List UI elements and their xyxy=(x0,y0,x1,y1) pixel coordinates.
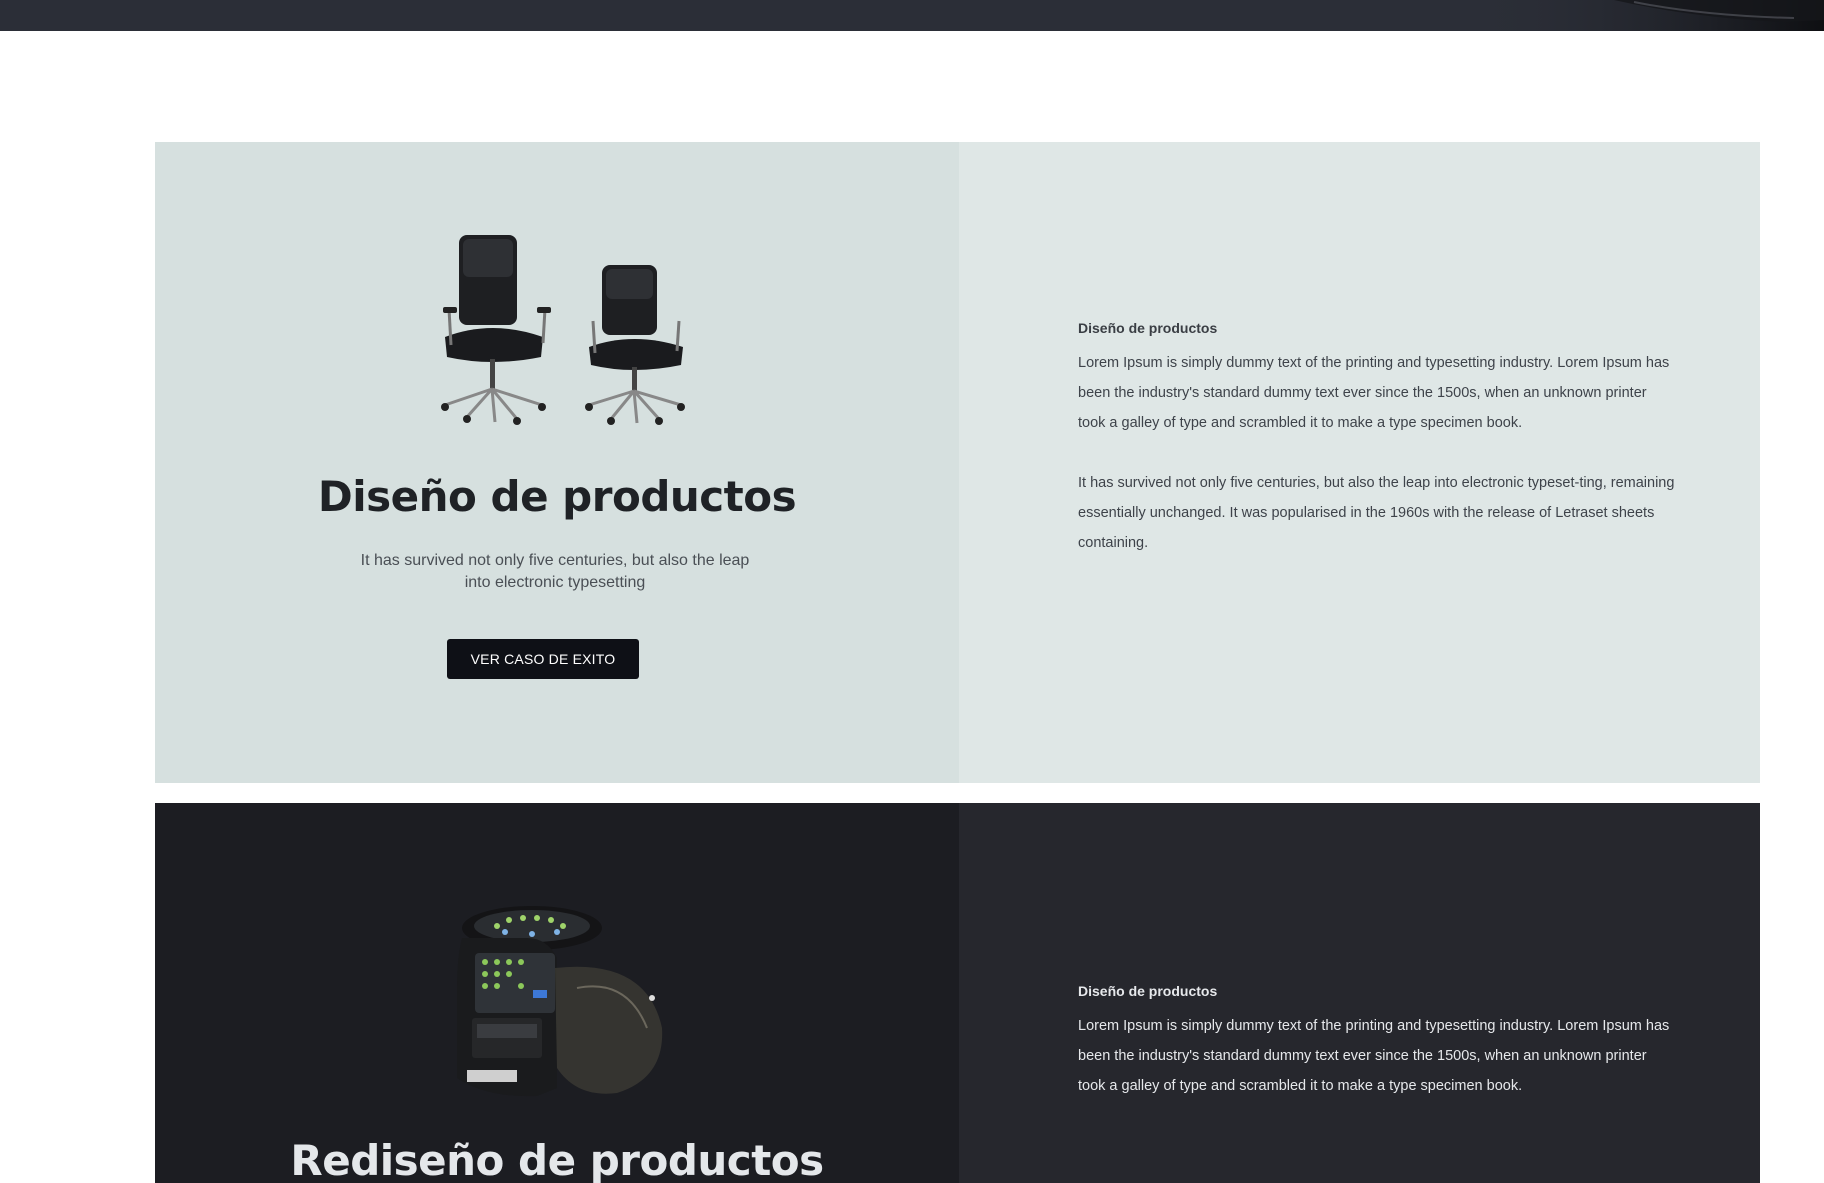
card-detail-panel: Diseño de productos Lorem Ipsum is simpl… xyxy=(959,803,1760,1183)
top-header-bar xyxy=(0,0,1824,31)
office-chair-icon xyxy=(441,235,551,425)
card-title: Rediseño de productos xyxy=(290,1136,824,1183)
office-chair-icon xyxy=(585,265,685,425)
dispenser-device-image xyxy=(457,906,663,1097)
card-showcase-panel: Diseño de productos It has survived not … xyxy=(155,142,959,783)
detail-paragraph: It has survived not only five centuries,… xyxy=(1078,475,1675,551)
detail-text-block: Diseño de productos Lorem Ipsum is simpl… xyxy=(1078,983,1678,1131)
detail-heading: Diseño de productos xyxy=(1078,320,1218,336)
case-study-card-product-design: Diseño de productos It has survived not … xyxy=(155,142,1760,783)
office-chairs-image xyxy=(441,235,685,425)
card-subtitle: It has survived not only five centuries,… xyxy=(360,552,750,591)
card-title: Diseño de productos xyxy=(317,472,797,521)
detail-paragraph: Lorem Ipsum is simply dummy text of the … xyxy=(1078,355,1670,431)
card-detail-panel: Diseño de productos Lorem Ipsum is simpl… xyxy=(959,142,1760,783)
detail-paragraph: Lorem Ipsum is simply dummy text of the … xyxy=(1078,1018,1670,1094)
header-decoration-image xyxy=(1464,0,1824,31)
detail-heading: Diseño de productos xyxy=(1078,983,1218,999)
view-case-study-button[interactable]: VER CASO DE EXITO xyxy=(447,639,639,679)
detail-text-block: Diseño de productos Lorem Ipsum is simpl… xyxy=(1078,320,1678,588)
card-showcase-panel: Rediseño de productos xyxy=(155,803,959,1183)
case-study-card-product-redesign: Rediseño de productos Diseño de producto… xyxy=(155,803,1760,1183)
